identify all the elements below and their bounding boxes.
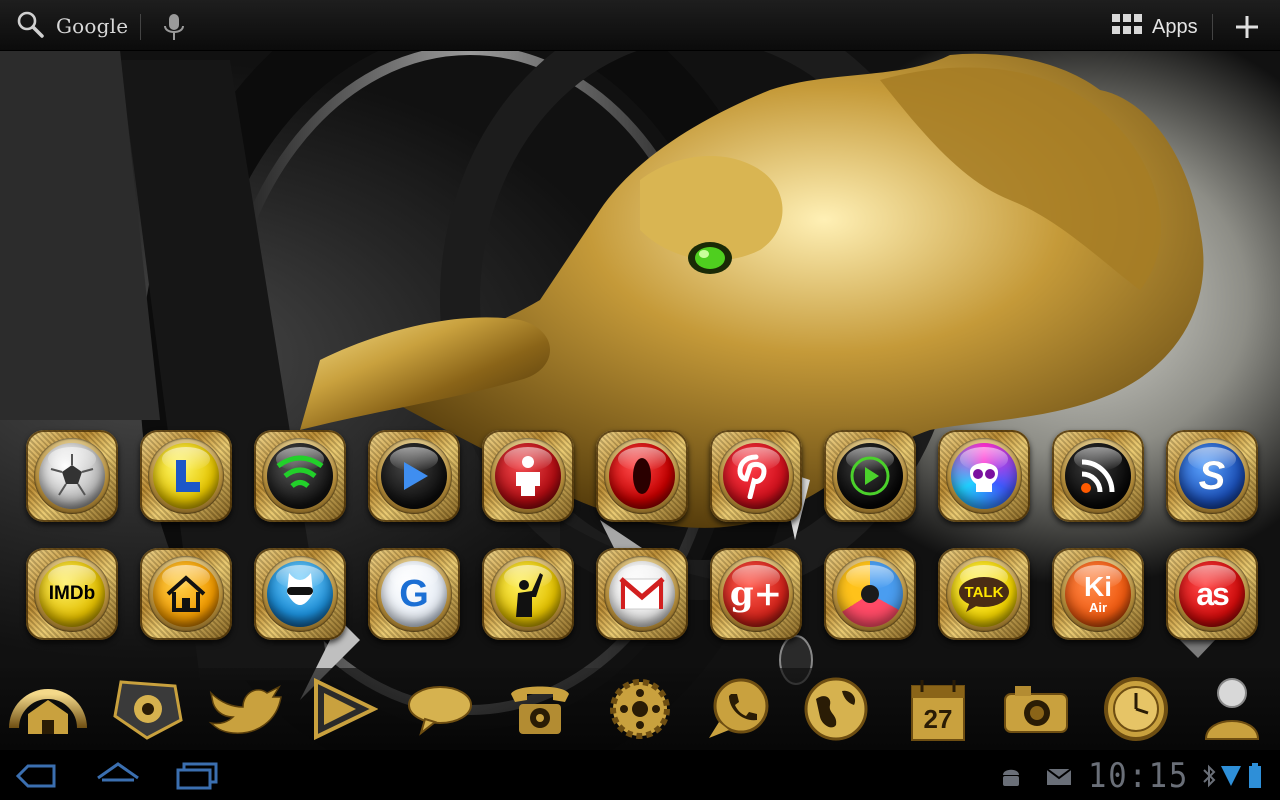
back-icon xyxy=(14,764,62,796)
dock-home-button[interactable] xyxy=(8,676,88,746)
letter-s-icon: S xyxy=(1179,443,1245,509)
calendar-date: 27 xyxy=(923,704,953,734)
clock-time: 10:15 xyxy=(1088,756,1190,796)
globe-icon xyxy=(802,675,870,748)
soccer-ball-icon xyxy=(39,443,105,509)
talk-bubble-icon: TALK xyxy=(951,561,1017,627)
gallery-icon xyxy=(111,676,185,747)
phone-bubble-icon xyxy=(703,676,773,747)
dock-messaging-button[interactable] xyxy=(400,676,480,746)
apps-button[interactable]: Apps xyxy=(1112,13,1198,41)
dock-browser-button[interactable] xyxy=(796,676,876,746)
ki-air-icon: Ki Air xyxy=(1065,561,1131,627)
app-imdb[interactable]: IMDb xyxy=(26,548,118,640)
search-icon xyxy=(16,10,44,43)
opera-icon xyxy=(609,443,675,509)
calendar-icon: 27 xyxy=(908,678,968,744)
home-button[interactable] xyxy=(94,760,142,792)
dock-twitter-button[interactable] xyxy=(205,676,285,746)
masked-face-icon xyxy=(267,561,333,627)
gear-icon xyxy=(606,675,674,748)
app-talk[interactable]: TALK xyxy=(938,548,1030,640)
app-lastfm[interactable]: as xyxy=(1166,548,1258,640)
divider xyxy=(1212,14,1213,40)
app-wifi[interactable] xyxy=(254,430,346,522)
contact-icon xyxy=(1200,675,1264,748)
google-plus-icon: g+ xyxy=(723,561,789,627)
app-opera[interactable] xyxy=(596,430,688,522)
dock-contacts-button[interactable] xyxy=(1192,676,1272,746)
dock-gallery-button[interactable] xyxy=(108,676,188,746)
letter-l-icon xyxy=(153,443,219,509)
home-icon xyxy=(153,561,219,627)
apps-label: Apps xyxy=(1152,15,1198,38)
top-bar: Google Apps xyxy=(0,0,1280,51)
dock-clock-button[interactable] xyxy=(1096,676,1176,746)
app-person[interactable] xyxy=(482,430,574,522)
app-home[interactable] xyxy=(140,548,232,640)
wifi-icon xyxy=(267,443,333,509)
app-letter-s[interactable]: S xyxy=(1166,430,1258,522)
app-skull[interactable] xyxy=(938,430,1030,522)
app-soccer-ball[interactable] xyxy=(26,430,118,522)
person-icon xyxy=(495,443,561,509)
dock-phone-button[interactable] xyxy=(500,676,580,746)
lastfm-icon: as xyxy=(1179,561,1245,627)
rss-icon xyxy=(1065,443,1131,509)
divider xyxy=(140,14,141,40)
google-search-button[interactable]: Google xyxy=(16,10,129,43)
skull-icon xyxy=(951,443,1017,509)
app-masked-hero[interactable] xyxy=(254,548,346,640)
clock-icon xyxy=(1102,675,1170,748)
dock-whatsapp-button[interactable] xyxy=(698,676,778,746)
mail-icon xyxy=(1046,767,1072,792)
voice-search-button[interactable] xyxy=(160,12,188,42)
dock-calendar-button[interactable]: 27 xyxy=(898,676,978,746)
color-wheel-icon xyxy=(837,561,903,627)
app-letter-l[interactable] xyxy=(140,430,232,522)
bluetooth-icon xyxy=(1202,764,1216,793)
recent-apps-button[interactable] xyxy=(174,760,222,792)
speech-bubble-icon xyxy=(405,681,475,742)
android-debug-icon xyxy=(1000,765,1022,794)
imdb-icon: IMDb xyxy=(39,561,105,627)
pinterest-icon xyxy=(723,443,789,509)
play-icon xyxy=(381,443,447,509)
play-circle-icon xyxy=(837,443,903,509)
microphone-icon xyxy=(160,14,188,46)
app-rss[interactable] xyxy=(1052,430,1144,522)
wifi-signal-icon xyxy=(1220,764,1242,793)
camera-icon xyxy=(1001,682,1071,741)
house-outline-icon xyxy=(94,762,142,796)
back-button[interactable] xyxy=(14,760,62,792)
silhouette-icon xyxy=(495,561,561,627)
app-gmail[interactable] xyxy=(596,548,688,640)
app-pinterest[interactable] xyxy=(710,430,802,522)
play-store-icon xyxy=(308,677,379,746)
telephone-icon xyxy=(505,680,575,743)
app-ki-air[interactable]: Ki Air xyxy=(1052,548,1144,640)
app-media-player[interactable] xyxy=(368,430,460,522)
app-letter-g[interactable]: G xyxy=(368,548,460,640)
dock-camera-button[interactable] xyxy=(996,676,1076,746)
add-widget-button[interactable] xyxy=(1234,14,1260,40)
dock-settings-button[interactable] xyxy=(600,676,680,746)
plus-icon xyxy=(1234,16,1260,44)
apps-grid-icon xyxy=(1112,13,1144,41)
dock-play-store-button[interactable] xyxy=(303,676,383,746)
app-color-wheel[interactable] xyxy=(824,548,916,640)
letter-g-icon: G xyxy=(381,561,447,627)
app-google-plus[interactable]: g+ xyxy=(710,548,802,640)
home-arch-icon xyxy=(8,678,88,745)
battery-icon xyxy=(1248,763,1262,794)
twitter-bird-icon xyxy=(207,679,283,744)
app-video-player[interactable] xyxy=(824,430,916,522)
app-silhouette[interactable] xyxy=(482,548,574,640)
recent-apps-icon xyxy=(174,762,222,796)
search-label: Google xyxy=(56,14,129,38)
gmail-icon xyxy=(609,561,675,627)
